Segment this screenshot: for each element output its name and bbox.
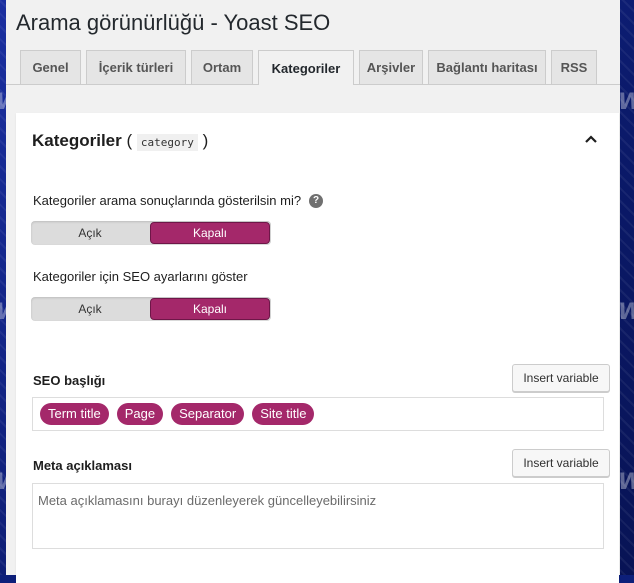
card-title-text: Kategoriler — [32, 131, 122, 150]
seo-title-input[interactable]: Term title Page Separator Site title — [32, 397, 604, 431]
chevron-up-icon[interactable] — [583, 131, 599, 147]
question-label: Kategoriler için SEO ayarlarını göster — [33, 269, 248, 284]
watermark: WP — [618, 470, 634, 495]
tab-arsivler[interactable]: Arşivler — [359, 50, 423, 84]
tab-rss[interactable]: RSS — [551, 50, 597, 84]
tab-bar: Genel İçerik türleri Ortam Kategoriler A… — [6, 50, 620, 85]
insert-variable-button[interactable]: Insert variable — [512, 364, 610, 392]
meta-description-input[interactable]: Meta açıklamasını burayı düzenleyerek gü… — [32, 483, 604, 549]
paren-close: ) — [202, 131, 209, 150]
watermark: WP — [618, 90, 634, 115]
tab-kategoriler[interactable]: Kategoriler — [258, 50, 354, 85]
paren-open: ( — [126, 131, 133, 150]
toggle-option-on[interactable]: Açık — [31, 221, 149, 245]
tab-ortam[interactable]: Ortam — [191, 50, 253, 84]
toggle-option-off[interactable]: Kapalı — [150, 222, 270, 244]
variable-pill-page[interactable]: Page — [116, 403, 164, 425]
insert-variable-button[interactable]: Insert variable — [512, 449, 610, 477]
page-title: Arama görünürlüğü - Yoast SEO — [16, 10, 331, 35]
meta-description-placeholder: Meta açıklamasını burayı düzenleyerek gü… — [38, 493, 377, 508]
settings-panel: Arama görünürlüğü - Yoast SEO Genel İçer… — [6, 0, 620, 583]
variable-pill-site-title[interactable]: Site title — [252, 403, 315, 425]
toggle-option-off[interactable]: Kapalı — [150, 298, 270, 320]
variable-pill-separator[interactable]: Separator — [171, 403, 245, 425]
search-visibility-toggle: Açık Kapalı — [31, 221, 271, 245]
meta-description-label: Meta açıklaması — [33, 458, 133, 473]
tab-baglanti-haritasi[interactable]: Bağlantı haritası — [428, 50, 546, 84]
taxonomy-card: Kategoriler ( category ) Kategoriler ara… — [16, 113, 619, 583]
question-show-seo-settings: Kategoriler için SEO ayarlarını göster — [33, 269, 248, 284]
question-label: Kategoriler arama sonuçlarında gösterils… — [33, 193, 302, 208]
question-show-in-search: Kategoriler arama sonuçlarında gösterils… — [33, 193, 324, 208]
seo-title-label: SEO başlığı — [33, 373, 106, 388]
taxonomy-slug: category — [136, 134, 198, 151]
seo-settings-toggle: Açık Kapalı — [31, 297, 271, 321]
card-title: Kategoriler ( category ) — [32, 131, 208, 151]
tab-icerik-turleri[interactable]: İçerik türleri — [86, 50, 186, 84]
help-icon[interactable]: ? — [309, 193, 324, 208]
tab-genel[interactable]: Genel — [20, 50, 81, 84]
watermark: WP — [618, 300, 634, 325]
variable-pills: Term title Page Separator Site title — [33, 398, 603, 430]
variable-pill-term-title[interactable]: Term title — [40, 403, 109, 425]
toggle-option-on[interactable]: Açık — [31, 297, 149, 321]
